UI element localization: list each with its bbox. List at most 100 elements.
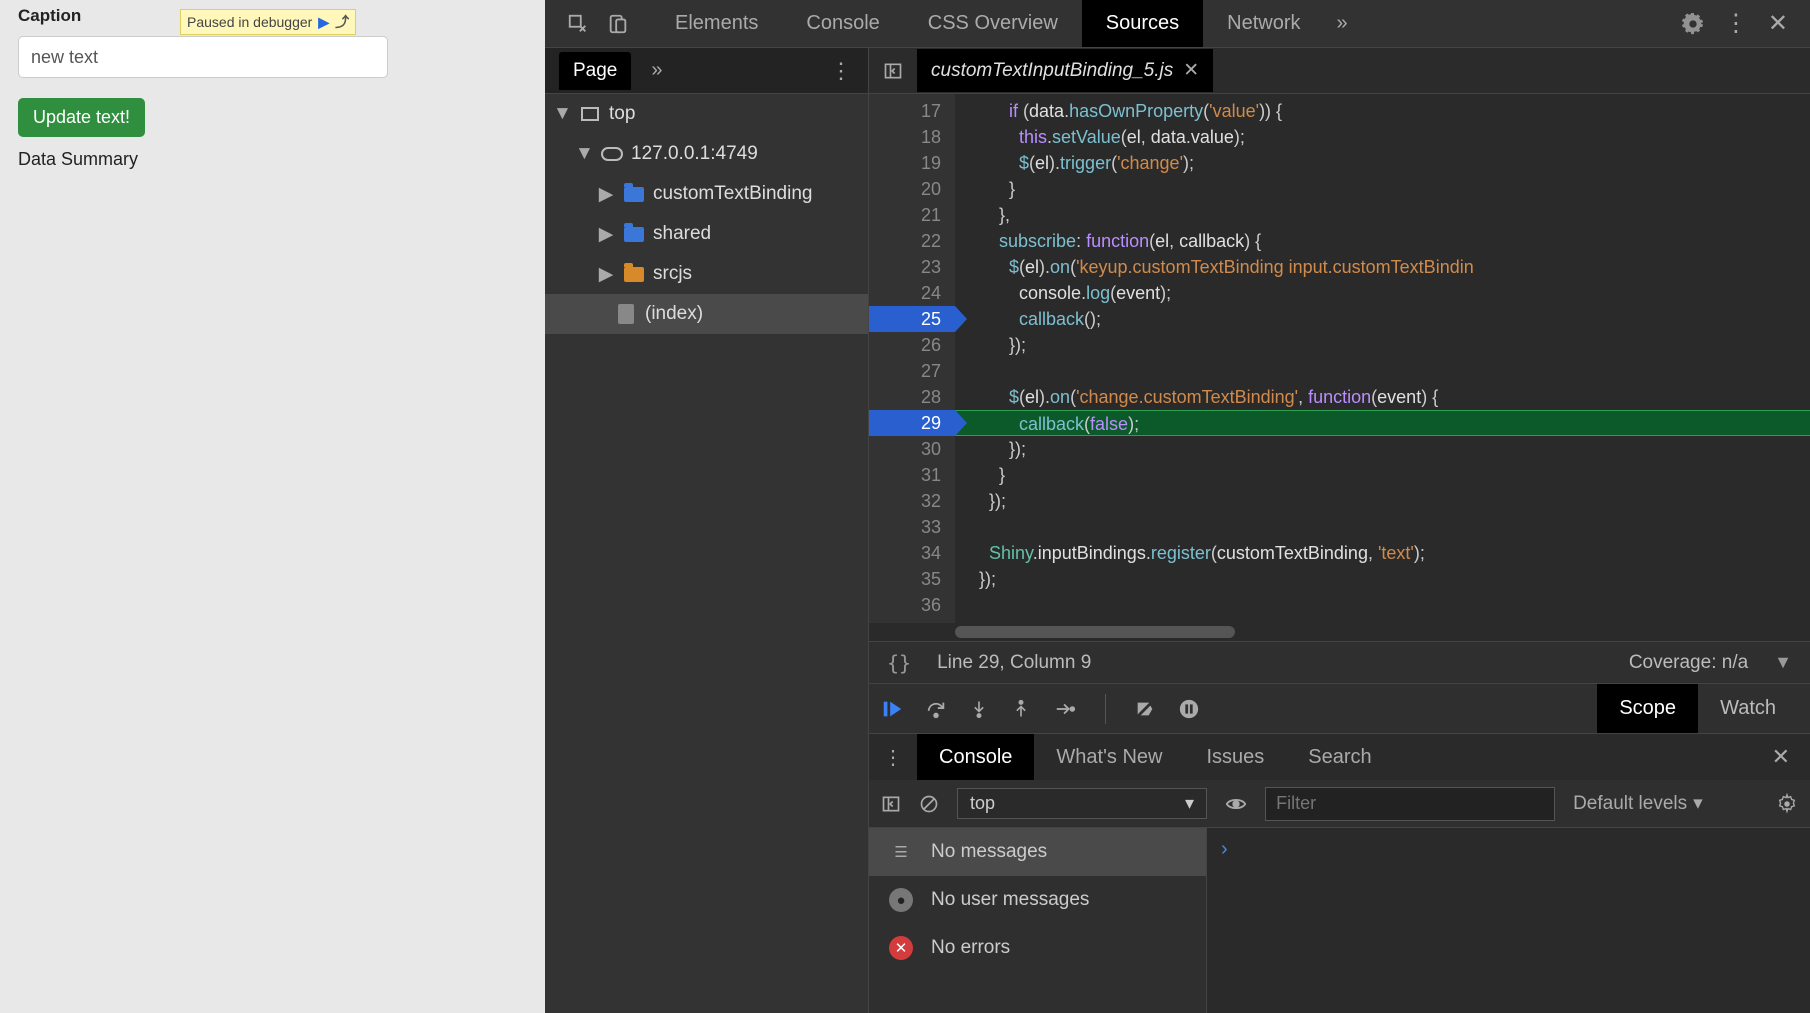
tab-elements[interactable]: Elements — [651, 0, 782, 47]
caption-input[interactable] — [18, 36, 388, 78]
step-icon[interactable] — [1053, 698, 1077, 720]
line-number[interactable]: 24 — [869, 280, 955, 306]
line-number[interactable]: 26 — [869, 332, 955, 358]
clear-console-icon[interactable] — [919, 794, 939, 814]
line-number[interactable]: 22 — [869, 228, 955, 254]
line-number[interactable]: 35 — [869, 566, 955, 592]
line-number[interactable]: 36 — [869, 592, 955, 618]
tab-sources[interactable]: Sources — [1082, 0, 1203, 47]
resume-script-icon[interactable] — [881, 698, 903, 720]
code-line[interactable]: } — [955, 462, 1810, 488]
line-number[interactable]: 34 — [869, 540, 955, 566]
editor-file-tab[interactable]: customTextInputBinding_5.js ✕ — [917, 49, 1213, 92]
code-line[interactable]: callback(); — [955, 306, 1810, 332]
line-number[interactable]: 31 — [869, 462, 955, 488]
toggle-navigator-icon[interactable] — [869, 61, 917, 81]
close-devtools-icon[interactable]: ✕ — [1768, 9, 1788, 38]
tree-folder[interactable]: ▶ srcjs — [545, 254, 868, 294]
line-number[interactable]: 25 — [869, 306, 955, 332]
log-levels-selector[interactable]: Default levels▾ — [1573, 792, 1703, 815]
code-line[interactable]: }); — [955, 436, 1810, 462]
line-number[interactable]: 29 — [869, 410, 955, 436]
tab-css-overview[interactable]: CSS Overview — [904, 0, 1082, 47]
tree-folder[interactable]: ▶ shared — [545, 214, 868, 254]
line-number[interactable]: 28 — [869, 384, 955, 410]
step-over-icon[interactable] — [925, 698, 947, 720]
deactivate-breakpoints-icon[interactable] — [1134, 698, 1156, 720]
drawer-tab-search[interactable]: Search — [1286, 734, 1393, 780]
close-tab-icon[interactable]: ✕ — [1183, 59, 1199, 82]
drawer-tab-issues[interactable]: Issues — [1184, 734, 1286, 780]
code-line[interactable]: subscribe: function(el, callback) { — [955, 228, 1810, 254]
console-output[interactable]: › — [1207, 828, 1810, 1013]
kebab-menu-icon[interactable]: ⋮ — [1724, 9, 1748, 38]
step-into-icon[interactable] — [969, 698, 989, 720]
editor-status-bar: {} Line 29, Column 9 Coverage: n/a ▼ — [869, 641, 1810, 683]
debugger-tab-watch[interactable]: Watch — [1698, 684, 1798, 733]
code-line[interactable]: if (data.hasOwnProperty('value')) { — [955, 98, 1810, 124]
pause-exceptions-icon[interactable] — [1178, 698, 1200, 720]
sidebar-user-messages[interactable]: ● No user messages — [869, 876, 1206, 924]
debugger-tab-scope[interactable]: Scope — [1597, 684, 1698, 733]
line-number[interactable]: 30 — [869, 436, 955, 462]
editor-horizontal-scrollbar[interactable] — [869, 623, 1810, 641]
sidebar-errors[interactable]: ✕ No errors — [869, 924, 1206, 972]
step-out-icon[interactable] — [1011, 698, 1031, 720]
pretty-print-icon[interactable]: {} — [887, 651, 911, 675]
code-line[interactable]: this.setValue(el, data.value); — [955, 124, 1810, 150]
line-number[interactable]: 27 — [869, 358, 955, 384]
line-gutter[interactable]: 1718192021222324252627282930313233343536 — [869, 94, 955, 623]
navigator-page-tab[interactable]: Page — [559, 52, 631, 90]
code-area[interactable]: if (data.hasOwnProperty('value')) { this… — [955, 94, 1810, 623]
line-number[interactable]: 21 — [869, 202, 955, 228]
more-tabs-icon[interactable]: » — [1325, 12, 1360, 35]
code-line[interactable]: console.log(event); — [955, 280, 1810, 306]
inspect-element-icon[interactable] — [567, 13, 589, 35]
tree-top-frame[interactable]: ▼ top — [545, 94, 868, 134]
drawer-tab-what-s-new[interactable]: What's New — [1034, 734, 1184, 780]
update-text-button[interactable]: Update text! — [18, 98, 145, 137]
tree-host[interactable]: ▼ 127.0.0.1:4749 — [545, 134, 868, 174]
code-line[interactable]: }); — [955, 332, 1810, 358]
code-line[interactable]: }, — [955, 202, 1810, 228]
navigator-kebab-icon[interactable]: ⋮ — [830, 58, 854, 84]
console-settings-icon[interactable] — [1776, 793, 1798, 815]
close-drawer-icon[interactable]: ✕ — [1752, 744, 1810, 770]
code-line[interactable]: }); — [955, 566, 1810, 592]
sidebar-all-messages[interactable]: ☰ No messages — [869, 828, 1206, 876]
device-toolbar-icon[interactable] — [607, 13, 629, 35]
drawer-tab-console[interactable]: Console — [917, 734, 1034, 780]
code-line[interactable]: Shiny.inputBindings.register(customTextB… — [955, 540, 1810, 566]
toggle-console-sidebar-icon[interactable] — [881, 794, 901, 814]
line-number[interactable]: 32 — [869, 488, 955, 514]
code-line[interactable]: callback(false); — [955, 410, 1810, 436]
context-selector[interactable]: top ▾ — [957, 788, 1207, 819]
tab-network[interactable]: Network — [1203, 0, 1324, 47]
resume-mini-icon[interactable]: ▶ — [318, 14, 329, 31]
live-expression-icon[interactable] — [1225, 793, 1247, 815]
code-line[interactable]: $(el).trigger('change'); — [955, 150, 1810, 176]
code-line[interactable] — [955, 514, 1810, 540]
code-line[interactable]: $(el).on('keyup.customTextBinding input.… — [955, 254, 1810, 280]
line-number[interactable]: 20 — [869, 176, 955, 202]
code-line[interactable]: }); — [955, 488, 1810, 514]
line-number[interactable]: 19 — [869, 150, 955, 176]
tree-file-index[interactable]: (index) — [545, 294, 868, 334]
settings-gear-icon[interactable] — [1682, 13, 1704, 35]
collapse-status-icon[interactable]: ▼ — [1774, 652, 1792, 673]
code-line[interactable]: $(el).on('change.customTextBinding', fun… — [955, 384, 1810, 410]
code-line[interactable] — [955, 592, 1810, 618]
line-number[interactable]: 23 — [869, 254, 955, 280]
code-line[interactable] — [955, 358, 1810, 384]
console-filter-input[interactable] — [1265, 787, 1555, 821]
line-number[interactable]: 17 — [869, 98, 955, 124]
line-number[interactable]: 33 — [869, 514, 955, 540]
user-icon: ● — [889, 888, 913, 912]
drawer-kebab-icon[interactable]: ⋮ — [869, 745, 917, 770]
navigator-more-icon[interactable]: » — [651, 59, 662, 82]
code-line[interactable]: } — [955, 176, 1810, 202]
tab-console[interactable]: Console — [782, 0, 903, 47]
tree-folder[interactable]: ▶ customTextBinding — [545, 174, 868, 214]
line-number[interactable]: 18 — [869, 124, 955, 150]
step-mini-icon[interactable]: ⤴ — [335, 12, 349, 32]
